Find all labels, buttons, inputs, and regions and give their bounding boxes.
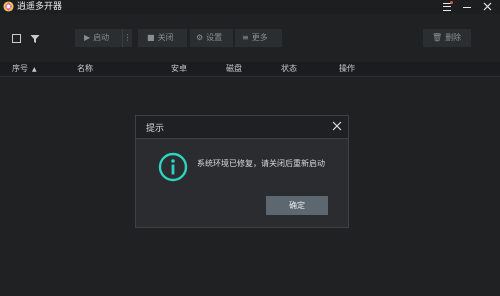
list-icon: ≡ <box>242 33 249 42</box>
table-header: 序号 ▲ 名称 安卓 磁盘 状态 操作 <box>0 62 500 77</box>
close-icon <box>483 2 491 11</box>
column-header-status: 状态 <box>281 64 297 73</box>
column-header-index[interactable]: 序号 ▲ <box>12 62 37 77</box>
close-button[interactable]: ■ 关闭 <box>138 29 187 47</box>
close-label: 关闭 <box>157 33 174 42</box>
column-header-name: 名称 <box>77 64 93 73</box>
notification-dot <box>450 1 453 4</box>
minimize-button[interactable] <box>460 0 474 14</box>
kebab-icon: ⋮ <box>123 33 132 42</box>
play-icon: ▶ <box>84 33 91 42</box>
column-header-android: 安卓 <box>171 64 187 73</box>
column-label: 序号 <box>12 64 28 73</box>
select-all-checkbox[interactable] <box>12 34 21 43</box>
start-button[interactable]: ▶ 启动 <box>75 29 122 47</box>
ok-button[interactable]: 确定 <box>266 196 328 215</box>
more-label: 更多 <box>251 33 268 42</box>
close-window-button[interactable] <box>480 0 494 14</box>
column-header-disk: 磁盘 <box>226 64 242 73</box>
filter-icon[interactable] <box>30 34 40 44</box>
alert-dialog: 提示 系统环境已修复，请关闭后重新启动 确定 <box>135 115 349 228</box>
delete-button[interactable]: 🗑 删除 <box>423 29 471 47</box>
dialog-title: 提示 <box>146 124 165 134</box>
settings-label: 设置 <box>206 33 223 42</box>
more-button[interactable]: ≡ 更多 <box>235 29 282 47</box>
dialog-close-icon[interactable] <box>332 121 342 131</box>
column-header-actions: 操作 <box>339 64 355 73</box>
app-title: 逍遥多开器 <box>17 2 63 12</box>
info-icon <box>158 152 188 182</box>
trash-icon: 🗑 <box>432 33 443 42</box>
title-bar: 逍遥多开器 <box>0 0 500 14</box>
start-options-button[interactable]: ⋮ <box>122 29 132 47</box>
delete-label: 删除 <box>445 33 462 42</box>
hamburger-icon <box>443 3 451 11</box>
start-label: 启动 <box>93 33 110 42</box>
sort-ascending-icon: ▲ <box>32 66 37 73</box>
menu-button[interactable] <box>440 0 454 14</box>
gear-icon: ⚙ <box>196 33 204 42</box>
stop-icon: ■ <box>147 33 155 42</box>
dialog-message: 系统环境已修复，请关闭后重新启动 <box>197 159 325 168</box>
settings-button[interactable]: ⚙ 设置 <box>190 29 233 47</box>
app-logo-icon <box>3 1 14 12</box>
dialog-title-bar: 提示 <box>136 116 348 139</box>
